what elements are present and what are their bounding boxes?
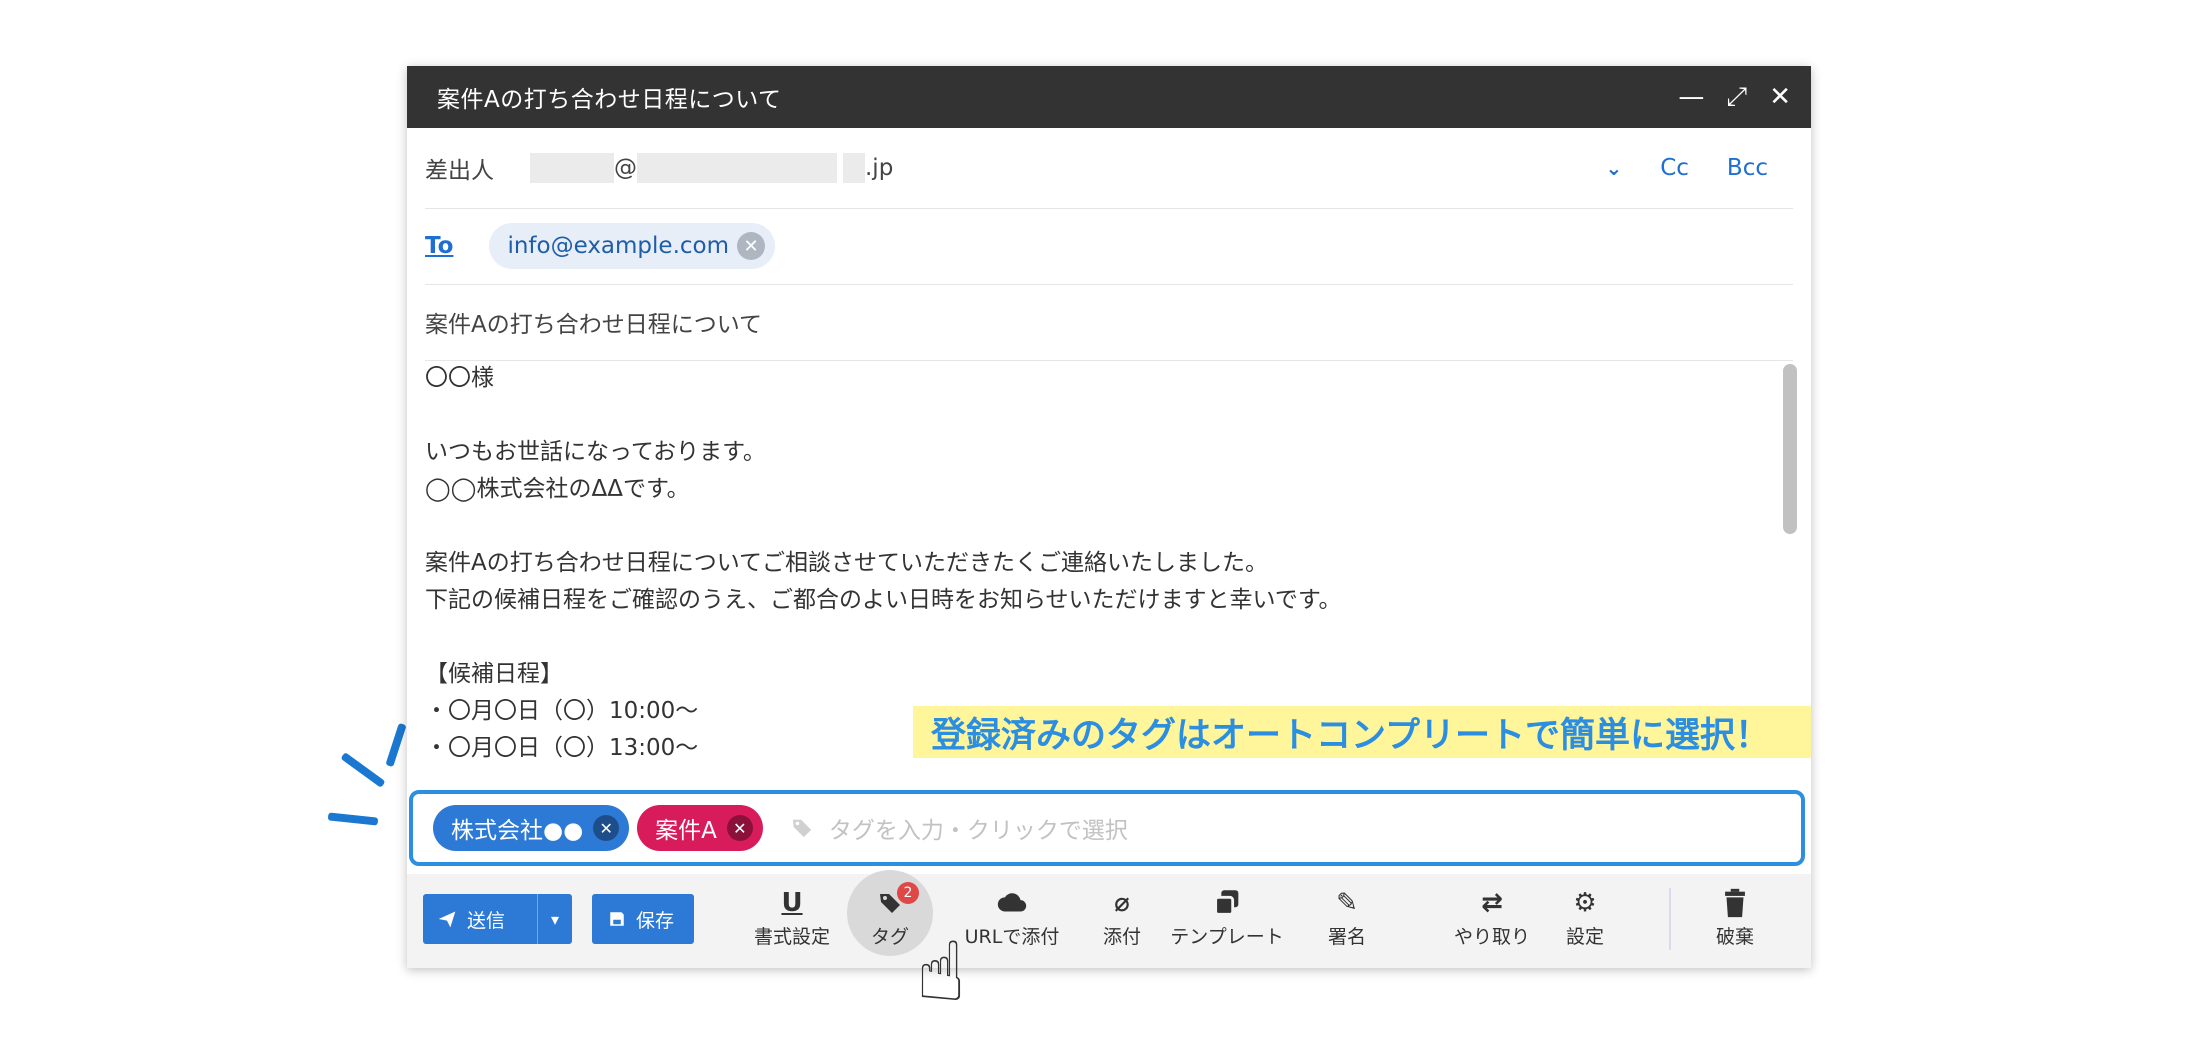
thread-button[interactable]: ⇄ やり取り: [1452, 886, 1532, 949]
tag-icon: [792, 819, 812, 838]
recipient-chip[interactable]: info@example.com ✕: [489, 223, 776, 269]
template-button[interactable]: テンプレート: [1167, 886, 1287, 949]
url-attach-button[interactable]: URLで添付: [947, 886, 1077, 949]
composer-titlebar: 案件Aの打ち合わせ日程について — ⤢ ✕: [407, 66, 1811, 128]
from-actions: ⌄ Cc Bcc: [1605, 155, 1768, 181]
tag-chip-label: 案件A: [655, 818, 717, 844]
format-label: 書式設定: [753, 926, 830, 948]
remove-tag-icon[interactable]: ✕: [593, 815, 620, 841]
body-line: 下記の候補日程をご確認のうえ、ご都合のよい日時をお知らせいただけますと幸いです。: [425, 587, 1342, 613]
signature-label: 署名: [1327, 926, 1366, 948]
discard-button[interactable]: 破棄: [1705, 886, 1765, 949]
thread-label: やり取り: [1453, 926, 1530, 948]
format-button[interactable]: U 書式設定: [747, 886, 837, 949]
burst-line-1: [385, 722, 407, 768]
body-line: 〇〇様: [425, 365, 494, 391]
pointer-hand-icon: ☝: [916, 925, 966, 1020]
tag-input-placeholder: タグを入力・クリックで選択: [828, 818, 1128, 844]
expand-icon[interactable]: ⤢: [1726, 84, 1747, 110]
close-icon[interactable]: ✕: [1769, 84, 1791, 110]
underline-icon: U: [781, 888, 803, 918]
subject-row[interactable]: 案件Aの打ち合わせ日程について: [425, 284, 1793, 361]
body-line: [425, 619, 1771, 656]
window-title: 案件Aの打ち合わせ日程について: [437, 87, 782, 113]
recipient-address: info@example.com: [507, 233, 730, 259]
body-scrollbar[interactable]: [1783, 364, 1797, 534]
redacted-domain-2: [843, 153, 865, 183]
tag-chip-project[interactable]: 案件A ✕: [637, 805, 763, 851]
redacted-domain: [637, 153, 837, 183]
save-icon: [610, 912, 624, 926]
redacted-local-part: [530, 153, 614, 183]
save-button[interactable]: 保存: [592, 894, 694, 944]
send-button[interactable]: 送信 ▾: [423, 894, 572, 944]
exchange-icon: ⇄: [1481, 888, 1503, 918]
trash-icon: [1725, 888, 1745, 918]
tag-chip-company[interactable]: 株式会社●● ✕: [433, 805, 630, 851]
from-address[interactable]: @ .jp: [530, 153, 893, 183]
minimize-icon[interactable]: —: [1678, 84, 1704, 110]
to-label[interactable]: To: [425, 233, 453, 259]
paperclip-icon: ⌀: [1114, 888, 1130, 918]
body-line: [425, 397, 1771, 434]
toolbar-divider: [1669, 888, 1671, 950]
attach-button[interactable]: ⌀ 添付: [1092, 886, 1152, 949]
remove-recipient-icon[interactable]: ✕: [737, 232, 766, 260]
subject-field[interactable]: 案件Aの打ち合わせ日程について: [425, 305, 762, 339]
attach-label: 添付: [1102, 926, 1141, 948]
to-row: To info@example.com ✕: [425, 208, 1793, 285]
tag-chip-label: 株式会社●●: [451, 818, 584, 844]
cc-button[interactable]: Cc: [1660, 155, 1689, 181]
send-label: 送信: [467, 909, 506, 932]
body-line: [425, 508, 1771, 545]
url-attach-label: URLで添付: [964, 926, 1060, 948]
body-line: ◯◯株式会社のΔΔです。: [425, 476, 690, 502]
burst-line-2: [340, 752, 386, 788]
send-dropdown-icon[interactable]: ▾: [538, 910, 572, 929]
from-label: 差出人: [425, 158, 494, 184]
signature-icon: ✎: [1336, 888, 1358, 918]
from-at: @: [614, 155, 637, 181]
burst-line-3: [327, 812, 379, 826]
message-body[interactable]: 〇〇様いつもお世話になっております。 ◯◯株式会社のΔΔです。案件Aの打ち合わせ日…: [425, 360, 1771, 846]
discard-label: 破棄: [1715, 926, 1754, 948]
mail-composer: 案件Aの打ち合わせ日程について — ⤢ ✕ 差出人 @ .jp ⌄ Cc Bcc…: [407, 66, 1811, 968]
cloud-icon: [997, 893, 1027, 912]
tag-count-badge: 2: [897, 882, 919, 904]
settings-button[interactable]: ⚙ 設定: [1555, 886, 1615, 949]
tag-input-bar[interactable]: 株式会社●● ✕ 案件A ✕ タグを入力・クリックで選択: [409, 790, 1805, 866]
send-icon: [438, 911, 456, 928]
settings-label: 設定: [1565, 926, 1604, 948]
tag-search-input[interactable]: タグを入力・クリックで選択: [791, 811, 1128, 845]
gear-icon: ⚙: [1573, 888, 1597, 918]
copy-icon: [1214, 890, 1239, 916]
body-line: いつもお世話になっております。: [425, 439, 766, 465]
annotation-callout: 登録済みのタグはオートコンプリートで簡単に選択！: [913, 706, 1811, 758]
from-row: 差出人 @ .jp ⌄ Cc Bcc: [425, 128, 1793, 209]
bcc-button[interactable]: Bcc: [1727, 155, 1768, 181]
body-line: 【候補日程】: [425, 661, 563, 687]
save-label: 保存: [636, 909, 675, 932]
body-line: 案件Aの打ち合わせ日程についてご相談させていただきたくご連絡いたしました。: [425, 550, 1269, 576]
signature-button[interactable]: ✎ 署名: [1317, 886, 1377, 949]
composer-toolbar: 送信 ▾ 保存 U 書式設定 2 タグ URLで添付 ⌀ 添付 テンプレート ✎…: [407, 870, 1811, 968]
template-label: テンプレート: [1170, 926, 1284, 948]
chevron-down-icon[interactable]: ⌄: [1605, 156, 1622, 180]
from-domain-suffix: .jp: [865, 155, 894, 181]
remove-tag-icon[interactable]: ✕: [726, 815, 753, 841]
window-controls: — ⤢ ✕: [1678, 66, 1791, 128]
